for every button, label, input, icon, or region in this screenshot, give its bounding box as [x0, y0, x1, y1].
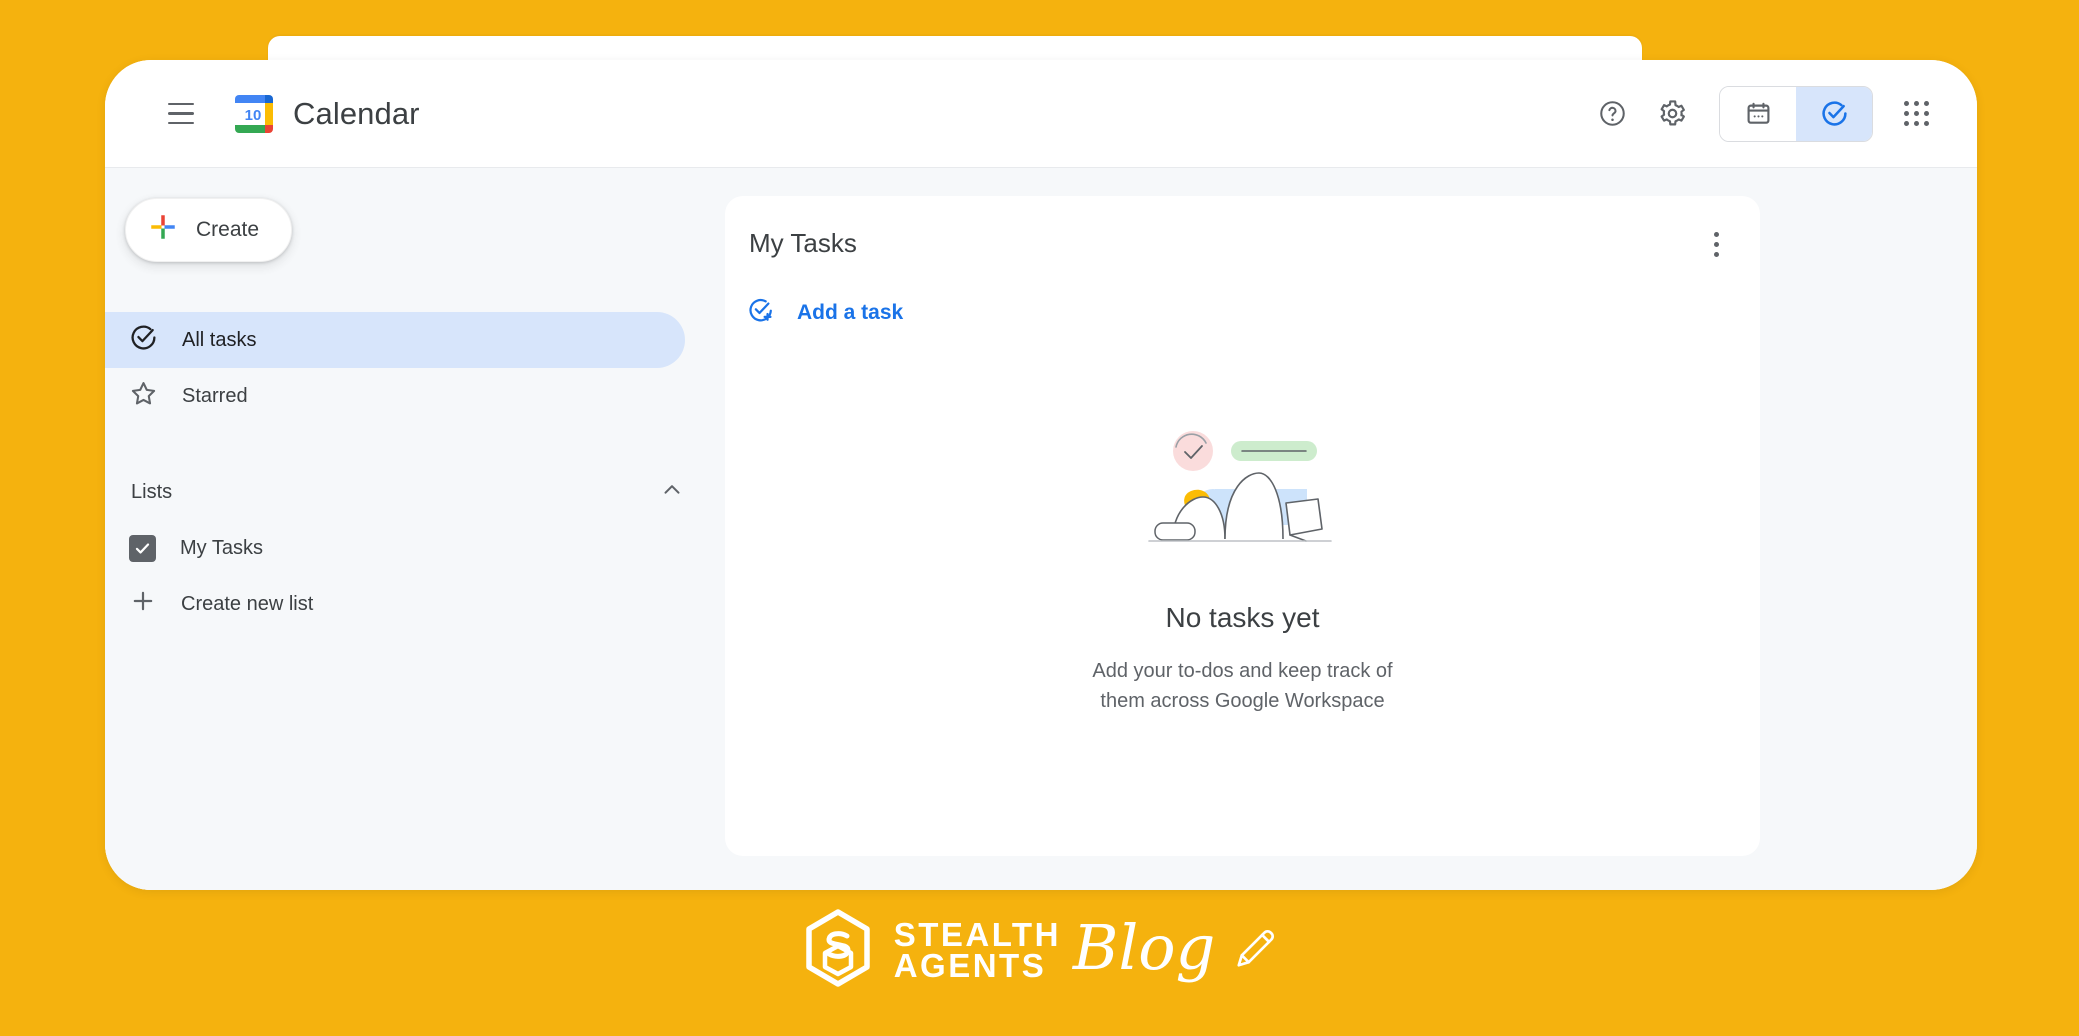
wordmark-line-top: STEALTH	[893, 916, 1061, 954]
google-plus-icon	[148, 212, 178, 248]
google-calendar-logo: 10	[233, 93, 275, 135]
stealth-agents-hexagon-logo	[800, 908, 876, 993]
sidebar-create-new-list[interactable]: Create new list	[105, 576, 725, 632]
apps-grid-icon[interactable]	[1889, 87, 1943, 141]
empty-state: No tasks yet Add your to-dos and keep tr…	[725, 411, 1760, 716]
app-window: 10 Calendar Create All tasks Starred Lis…	[105, 60, 1977, 890]
help-circle-icon[interactable]	[1585, 87, 1639, 141]
no-tasks-illustration	[1143, 411, 1343, 566]
chevron-up-icon[interactable]	[659, 477, 685, 508]
sidebar: Create All tasks Starred Lists My Tasks …	[105, 168, 725, 890]
sidebar-item-label: All tasks	[182, 329, 257, 351]
browser-tab-strip	[268, 36, 1642, 62]
hamburger-menu-icon[interactable]	[155, 88, 207, 140]
header-actions	[1585, 85, 1943, 142]
sidebar-list-label: My Tasks	[180, 536, 263, 559]
create-button-label: Create	[196, 218, 260, 241]
sidebar-item-all-tasks[interactable]: All tasks	[105, 312, 685, 368]
lists-section-label: Lists	[131, 480, 173, 503]
app-header: 10 Calendar	[105, 60, 1977, 168]
add-task-icon	[747, 296, 775, 330]
add-task-button[interactable]: Add a task	[747, 289, 917, 337]
add-task-label: Add a task	[797, 301, 904, 324]
svg-text:10: 10	[245, 107, 262, 124]
stealth-agents-wordmark: STEALTH AGENTS	[893, 916, 1061, 984]
empty-state-subtitle: Add your to-dos and keep track of them a…	[1092, 660, 1393, 712]
sidebar-list-label: Create new list	[181, 592, 314, 615]
create-button[interactable]: Create	[125, 198, 293, 262]
gear-icon[interactable]	[1645, 87, 1699, 141]
toggle-calendar-view[interactable]	[1720, 86, 1796, 141]
toggle-tasks-view[interactable]	[1796, 86, 1872, 141]
tasks-card: My Tasks Add a task No tasks yet Add you…	[725, 196, 1760, 856]
lists-section-header[interactable]: Lists	[131, 472, 685, 512]
sidebar-item-starred[interactable]: Starred	[105, 368, 685, 424]
sidebar-list-my-tasks[interactable]: My Tasks	[105, 520, 725, 576]
app-body: Create All tasks Starred Lists My Tasks …	[105, 168, 1977, 890]
blog-script-text: Blog	[1072, 910, 1216, 984]
brand: 10 Calendar	[233, 93, 420, 135]
sidebar-nav: All tasks Starred	[105, 312, 725, 424]
check-circle-icon	[129, 323, 158, 358]
empty-state-title: No tasks yet	[1165, 602, 1320, 633]
page-title: My Tasks	[749, 228, 857, 258]
footer-branding: STEALTH AGENTS Blog	[0, 908, 2079, 993]
main-content: My Tasks Add a task No tasks yet Add you…	[725, 168, 1977, 890]
view-toggle-group	[1719, 85, 1873, 142]
pen-icon	[1233, 925, 1279, 976]
wordmark-line-bottom: AGENTS	[893, 946, 1047, 984]
checkbox-checked-icon[interactable]	[129, 534, 156, 562]
more-vertical-icon[interactable]	[1694, 222, 1738, 266]
app-title: Calendar	[293, 95, 420, 131]
plus-icon	[129, 587, 157, 621]
sidebar-item-label: Starred	[182, 385, 248, 407]
star-outline-icon	[129, 379, 158, 414]
